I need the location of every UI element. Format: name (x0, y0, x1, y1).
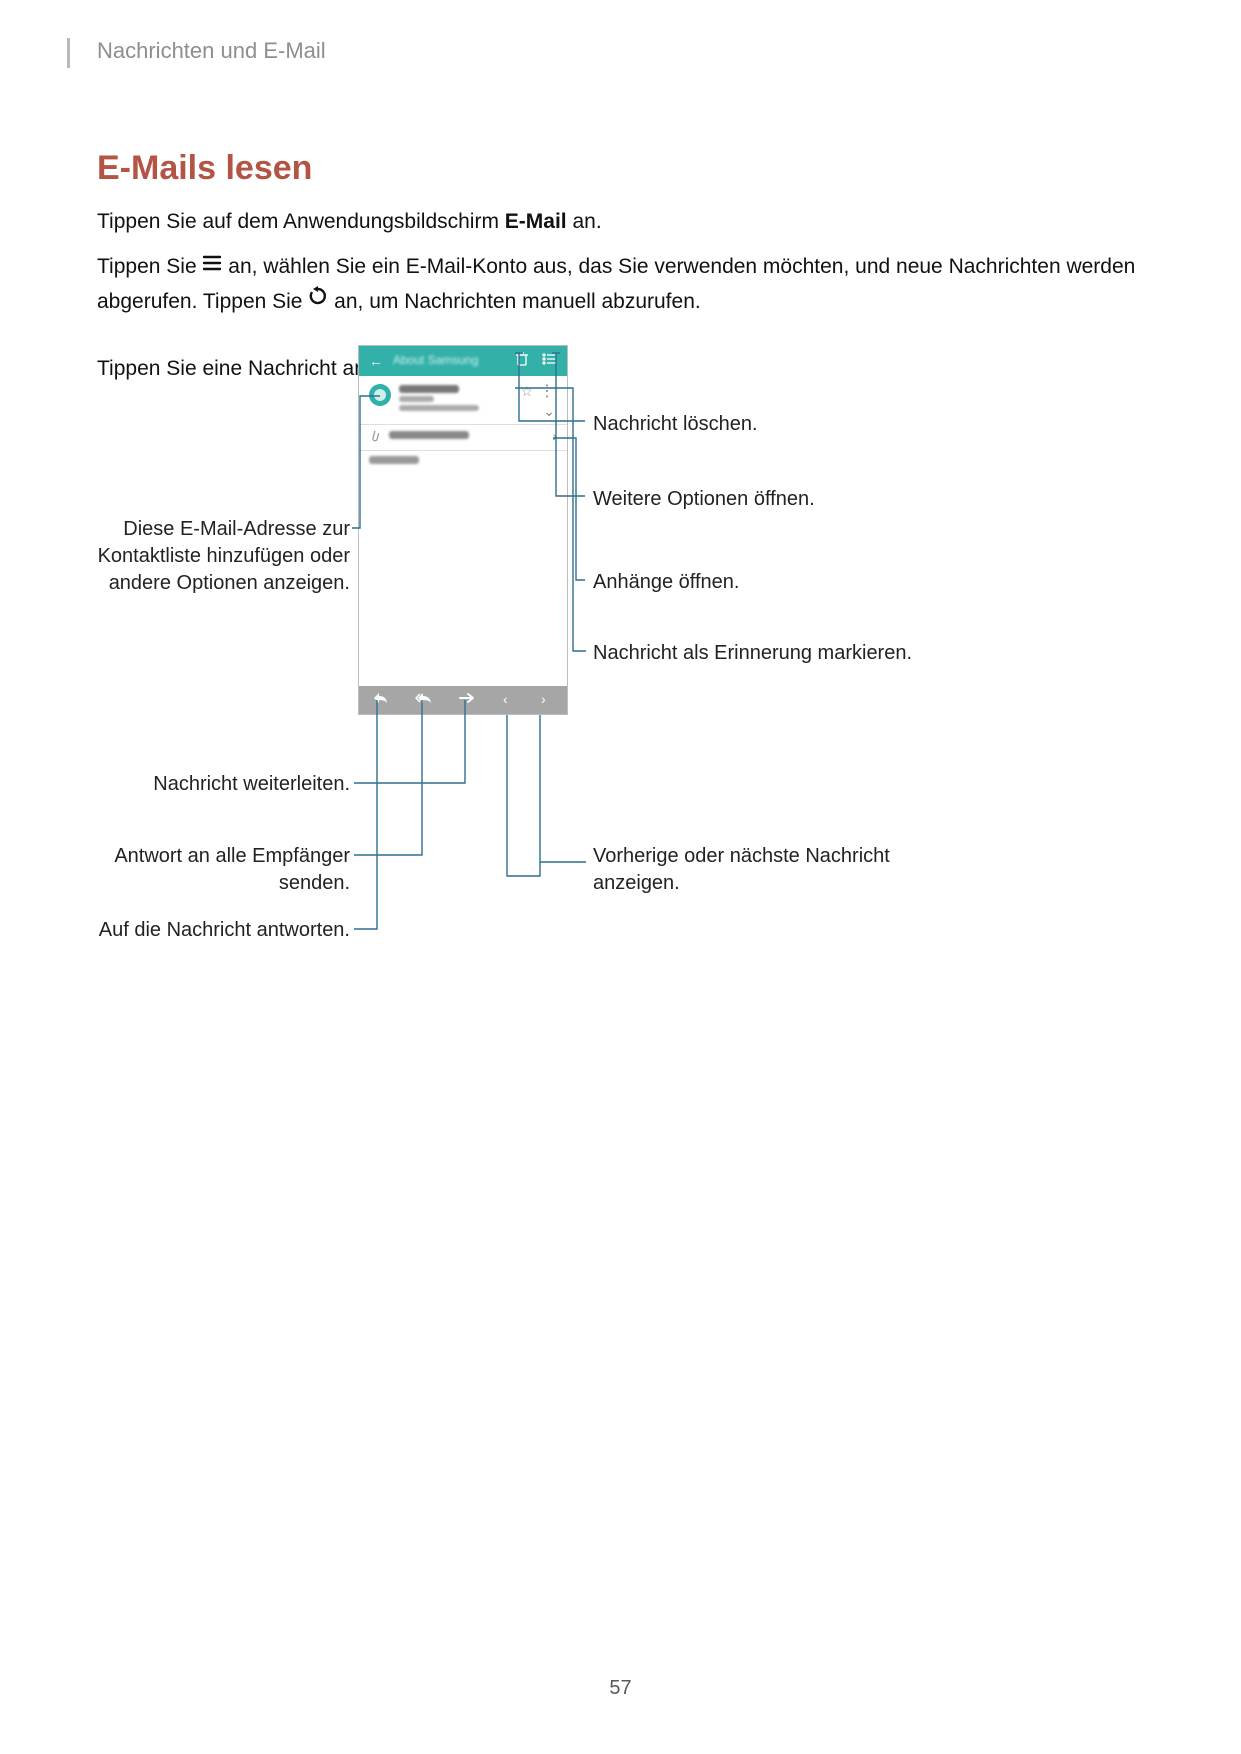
leader-lines (0, 0, 1241, 1000)
page-number: 57 (0, 1677, 1241, 1700)
